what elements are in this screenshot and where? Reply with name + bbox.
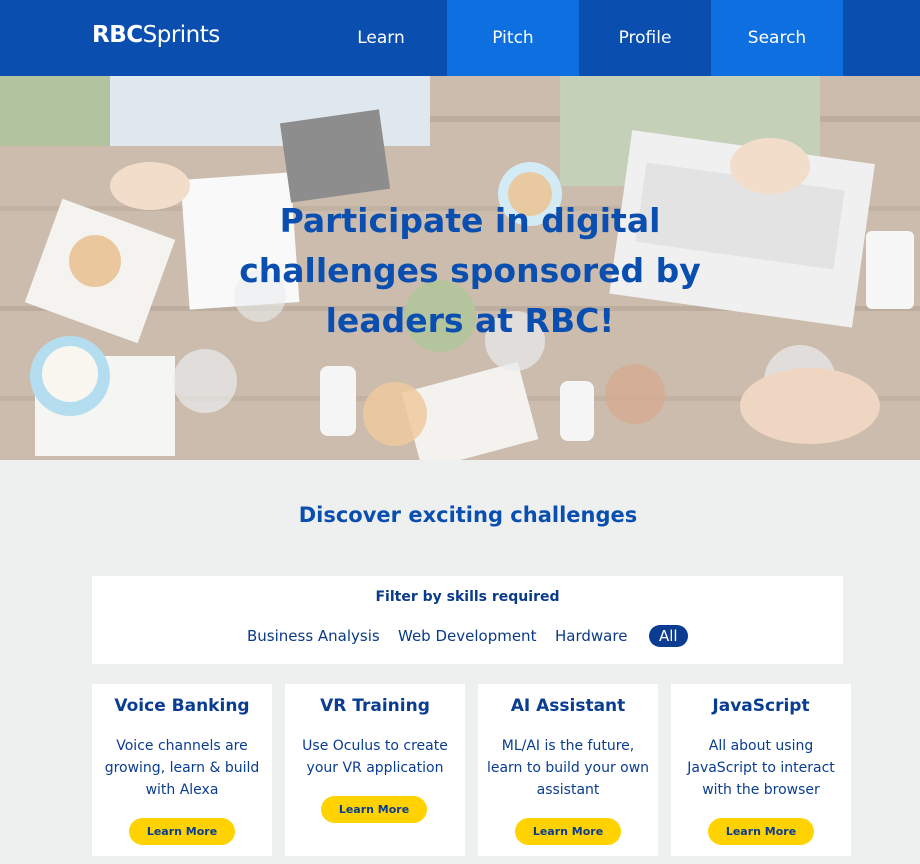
logo-bold-text: RBC	[92, 22, 143, 48]
filter-option-business-analysis[interactable]: Business Analysis	[247, 627, 380, 645]
learn-more-button[interactable]: Learn More	[708, 818, 814, 845]
top-navbar: RBCSprints Learn Pitch Profile Search	[0, 0, 920, 76]
card-title: AI Assistant	[510, 696, 626, 716]
nav-item-search[interactable]: Search	[711, 0, 843, 76]
card-description: Voice channels are growing, learn & buil…	[104, 738, 260, 798]
learn-more-button[interactable]: Learn More	[515, 818, 621, 845]
learn-more-button[interactable]: Learn More	[321, 796, 427, 823]
hero-title: Participate in digital challenges sponso…	[239, 201, 701, 340]
rbcsprints-logo[interactable]: RBCSprints	[92, 22, 220, 48]
skills-filter-panel: Filter by skills required Business Analy…	[92, 576, 843, 664]
discover-heading: Discover exciting challenges	[298, 503, 638, 527]
card-description: Use Oculus to create your VR application	[302, 738, 448, 776]
nav-item-profile[interactable]: Profile	[579, 0, 711, 76]
nav-item-pitch[interactable]: Pitch	[447, 0, 579, 76]
card-description: All about using JavaScript to interact w…	[687, 738, 835, 798]
filter-option-all[interactable]: All	[649, 625, 688, 647]
challenge-card-ai-assistant: AI Assistant ML/AI is the future, learn …	[478, 684, 658, 856]
learn-more-button[interactable]: Learn More	[129, 818, 235, 845]
card-description: ML/AI is the future, learn to build your…	[486, 738, 650, 798]
nav-item-learn[interactable]: Learn	[315, 0, 447, 76]
filter-option-web-development[interactable]: Web Development	[398, 627, 536, 645]
card-title: JavaScript	[712, 696, 810, 716]
logo-light-text: Sprints	[142, 22, 221, 48]
card-title: VR Training	[320, 696, 430, 716]
hero-banner: Participate in digital challenges sponso…	[0, 76, 920, 460]
card-title: Voice Banking	[114, 696, 250, 716]
filter-title: Filter by skills required	[375, 589, 560, 605]
filter-option-hardware[interactable]: Hardware	[555, 627, 627, 645]
challenge-card-javascript: JavaScript All about using JavaScript to…	[671, 684, 851, 856]
challenge-card-vr-training: VR Training Use Oculus to create your VR…	[285, 684, 465, 856]
challenge-card-voice-banking: Voice Banking Voice channels are growing…	[92, 684, 272, 856]
